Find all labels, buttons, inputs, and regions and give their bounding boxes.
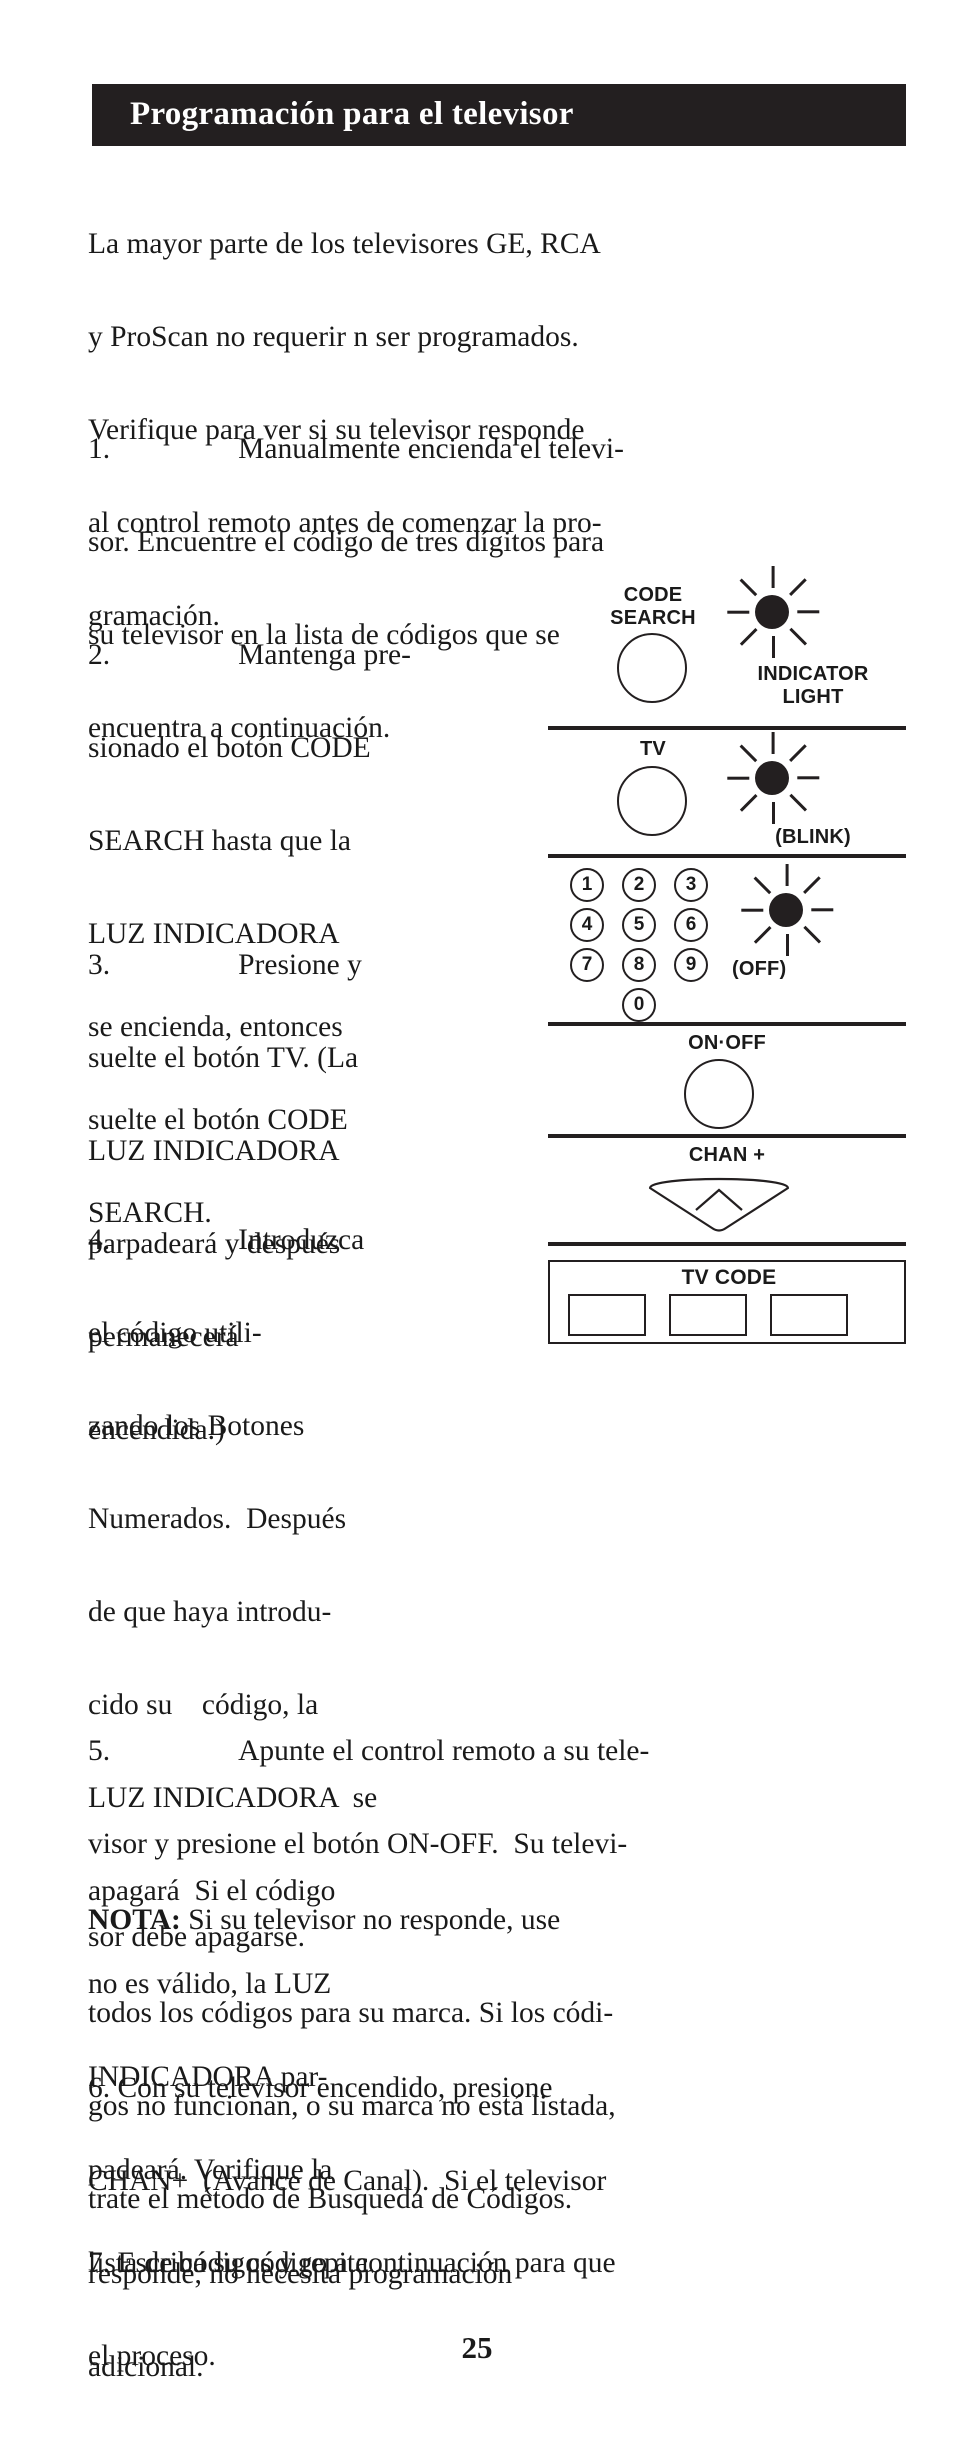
step-2-first-line: 2. Mantenga pre-	[88, 640, 540, 671]
step-5-first-line: 5. Apunte el control remoto a su tele-	[88, 1736, 878, 1767]
off-indicator-light-icon	[740, 864, 834, 956]
page-number: 25	[461, 2330, 493, 2365]
step-3-line: suelte el botón TV. (La	[88, 1042, 359, 1074]
intro-line: y ProScan no requerir n ser programados.	[88, 321, 579, 353]
tv-code-slot-2[interactable]	[669, 1294, 747, 1336]
keypad-key-1[interactable]: 1	[570, 868, 604, 902]
code-search-label: CODE SEARCH	[610, 584, 696, 629]
indicator-light-icon	[726, 566, 820, 658]
step-4-line: de que haya introdu-	[88, 1596, 332, 1628]
remote-diagram-column: CODE SEARCH INDICATOR LIGHT TV (BLINK) 1…	[548, 566, 906, 1354]
on-off-label: ON·OFF	[688, 1032, 766, 1054]
diagram-panel-chan-plus: CHAN +	[548, 1138, 906, 1246]
step-6-line: 6. Con su televisor encendido, presione	[88, 2072, 553, 2104]
on-off-button[interactable]	[684, 1059, 754, 1129]
keypad-key-2[interactable]: 2	[622, 868, 656, 902]
step-4-line: Numerados. Después	[88, 1503, 347, 1535]
tv-code-slot-1[interactable]	[568, 1294, 646, 1336]
off-label: (OFF)	[732, 958, 787, 980]
diagram-panel-keypad: 1 2 3 4 5 6 7 8 9 0 (OFF)	[548, 858, 906, 1026]
blink-indicator-light-icon	[726, 732, 820, 824]
diagram-panel-code-search: CODE SEARCH INDICATOR LIGHT	[548, 566, 906, 730]
blink-label: (BLINK)	[775, 826, 851, 848]
step-5-line: Apunte el control remoto a su tele-	[238, 1735, 650, 1767]
diagram-panel-tv: TV (BLINK)	[548, 730, 906, 858]
step-4-line: el código utili-	[88, 1317, 262, 1349]
step-4-line: Introduzca	[238, 1224, 365, 1256]
tv-code-label: TV CODE	[681, 1266, 777, 1289]
step-7-line: 7. Escriba su código a continuación para…	[88, 2247, 616, 2279]
step-7: 7. Escriba su código a continuación para…	[88, 2186, 878, 2341]
step-1-first-line: 1. Manualmente encienda el televi-	[88, 434, 878, 465]
keypad-key-9[interactable]: 9	[674, 948, 708, 982]
step-2-number: 2.	[88, 639, 111, 671]
step-5-number: 5.	[88, 1735, 111, 1767]
tv-code-box: TV CODE	[548, 1260, 906, 1344]
step-1-line: sor. Encuentre el código de tres dígitos…	[88, 526, 605, 558]
intro-line: La mayor parte de los televisores GE, RC…	[88, 228, 601, 260]
keypad-key-3[interactable]: 3	[674, 868, 708, 902]
step-1-number: 1.	[88, 433, 111, 465]
manual-page: Programación para el televisor La mayor …	[0, 0, 954, 2429]
step-4-first-line: 4. Introduzca	[88, 1225, 540, 1256]
keypad-key-5[interactable]: 5	[622, 908, 656, 942]
indicator-light-label: INDICATOR LIGHT	[757, 663, 869, 708]
diagram-panel-on-off: ON·OFF	[548, 1026, 906, 1138]
step-1-line: Manualmente encienda el televi-	[238, 433, 624, 465]
note-label: NOTA:	[88, 1904, 181, 1936]
step-4-line: zando los Botones	[88, 1410, 305, 1442]
step-3-line: Presione y	[238, 949, 362, 981]
keypad-key-7[interactable]: 7	[570, 948, 604, 982]
step-3-number: 3.	[88, 949, 111, 981]
step-2-line: SEARCH hasta que la	[88, 825, 352, 857]
indicator-light-dot	[755, 595, 789, 629]
page-title-banner: Programación para el televisor	[92, 84, 906, 146]
page-title: Programación para el televisor	[130, 95, 574, 132]
note-first-line: NOTA: Si su televisor no responde, use	[88, 1905, 878, 1936]
keypad-key-4[interactable]: 4	[570, 908, 604, 942]
tv-button[interactable]	[617, 766, 687, 836]
keypad-key-8[interactable]: 8	[622, 948, 656, 982]
step-2-line: sionado el botón CODE	[88, 732, 371, 764]
chan-plus-button[interactable]	[644, 1172, 794, 1234]
keypad-key-6[interactable]: 6	[674, 908, 708, 942]
note-line: Si su televisor no responde, use	[180, 1904, 561, 1936]
step-4-number: 4.	[88, 1224, 111, 1256]
diagram-panel-tv-code: TV CODE	[548, 1246, 906, 1354]
step-2-line: Mantenga pre-	[238, 639, 411, 671]
code-search-button[interactable]	[617, 633, 687, 703]
chan-plus-label: CHAN +	[688, 1144, 766, 1166]
indicator-light-dot	[769, 893, 803, 927]
indicator-light-dot	[755, 761, 789, 795]
tv-code-slot-3[interactable]	[770, 1294, 848, 1336]
keypad-key-0[interactable]: 0	[622, 988, 656, 1022]
step-3-first-line: 3. Presione y	[88, 950, 540, 981]
tv-button-label: TV	[640, 738, 666, 760]
